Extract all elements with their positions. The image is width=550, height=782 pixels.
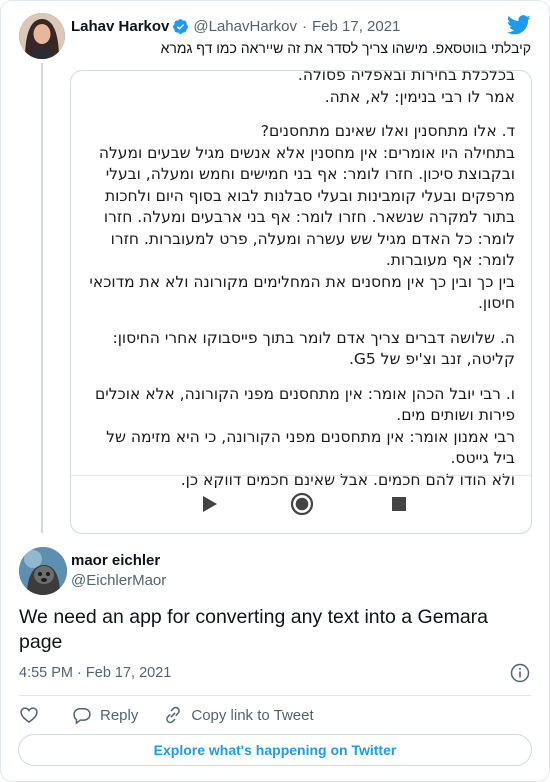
- copy-link-label: Copy link to Tweet: [191, 706, 314, 724]
- document-line: רבי אמנון אומר: אין מתחסנים מפני הקורונה…: [106, 427, 515, 446]
- explore-twitter-button[interactable]: Explore what's happening on Twitter: [18, 734, 532, 766]
- document-line: בתור למקרה שנשאר. חזרו לומר: אף בני ארבע…: [103, 208, 515, 226]
- twitter-bird-icon[interactable]: [507, 15, 531, 35]
- heart-icon: [20, 707, 38, 724]
- play-icon[interactable]: [197, 492, 221, 516]
- verified-badge-icon: [172, 18, 189, 35]
- media-navigation-bar: [71, 475, 531, 533]
- quoted-author-name[interactable]: Lahav Harkov: [71, 18, 169, 35]
- document-paragraph-gap: [85, 371, 515, 384]
- document-paragraph-gap: [85, 108, 515, 121]
- media-document-text: בכלכלת בחירות ובאפליה פסולה. אמר לו רבי ב…: [85, 70, 515, 491]
- document-paragraph-gap: [85, 315, 515, 328]
- document-line: פירות ושותים מים.: [396, 406, 515, 424]
- header-separator: ·: [302, 17, 307, 35]
- reply-button[interactable]: Reply: [72, 705, 138, 725]
- quoted-tweet-date[interactable]: Feb 17, 2021: [312, 18, 400, 35]
- actions-divider: [19, 695, 531, 696]
- thread-connector-line: [41, 63, 43, 533]
- tweet-date: Feb 17, 2021: [85, 665, 172, 681]
- tweet-actions: Reply Copy link to Tweet: [19, 703, 339, 727]
- document-line: בכלכלת בחירות ובאפליה פסולה.: [297, 70, 515, 84]
- tweet-embed-card: Lahav Harkov @LahavHarkov · Feb 17, 2021…: [0, 0, 550, 782]
- link-icon: [166, 706, 181, 724]
- document-line: בין כך ובין כך אין מחסנים את המחלימים מק…: [89, 272, 515, 291]
- quoted-tweet-media[interactable]: בכלכלת בחירות ובאפליה פסולה. אמר לו רבי ב…: [70, 70, 532, 534]
- reply-bubble-icon: [73, 708, 91, 725]
- timestamp-separator: ·: [77, 665, 82, 681]
- document-line: לומר: אף מעוברות.: [385, 251, 515, 269]
- document-line: ה. שלושה דברים צריך אדם לומר בתוך פייסבו…: [112, 328, 515, 347]
- maor-eichler-avatar[interactable]: [19, 547, 67, 595]
- document-line: ד. אלו מתחסנין ואלו שאינם מתחסנים?: [260, 122, 515, 140]
- quoted-tweet-text: קיבלתי בווטסאפ. מישהו צריך לסדר את זה שי…: [160, 40, 531, 56]
- document-line: ביל גייטס.: [450, 449, 515, 467]
- document-line: ו. רבי יובל הכהן אומר: אין מתחסנים מפני …: [94, 384, 515, 403]
- quoted-author-handle[interactable]: @LahavHarkov: [193, 18, 297, 35]
- document-line: קליטה, זנב וצ'יפ של G5.: [348, 350, 515, 368]
- document-line: מרפקים ובעלי קומבינות ובעלי סבלנות לבוא …: [104, 186, 515, 205]
- lahav-harkov-avatar[interactable]: [19, 13, 65, 59]
- document-line: אמר לו רבי בנימין: לא, אתה.: [324, 87, 515, 106]
- stop-square-icon[interactable]: [387, 492, 411, 516]
- info-icon[interactable]: [510, 663, 530, 683]
- main-tweet-text: We need an app for converting any text i…: [19, 606, 488, 653]
- main-author-handle[interactable]: @EichlerMaor: [71, 572, 166, 589]
- document-line: בתחילה היו אומרים: אין מחסנין אלא אנשים …: [98, 143, 515, 162]
- document-line: חיסון.: [477, 294, 515, 312]
- reply-label: Reply: [100, 706, 139, 724]
- like-button[interactable]: [19, 705, 39, 725]
- main-author-name[interactable]: maor eichler: [71, 552, 160, 569]
- document-line: לומר: כל האדם מגיל שש עשרה ומעלה, פרט למ…: [110, 229, 515, 248]
- document-line: ובקבוצת סיכון. חזרו לומר: אף בני חמישים …: [105, 165, 515, 183]
- copy-link-button[interactable]: Copy link to Tweet: [163, 705, 314, 725]
- quoted-tweet-header: Lahav Harkov @LahavHarkov · Feb 17, 2021: [71, 16, 529, 36]
- main-tweet-timestamp[interactable]: 4:55 PM · Feb 17, 2021: [19, 665, 171, 681]
- tweet-time: 4:55 PM: [19, 665, 73, 681]
- home-circle-icon[interactable]: [290, 492, 314, 516]
